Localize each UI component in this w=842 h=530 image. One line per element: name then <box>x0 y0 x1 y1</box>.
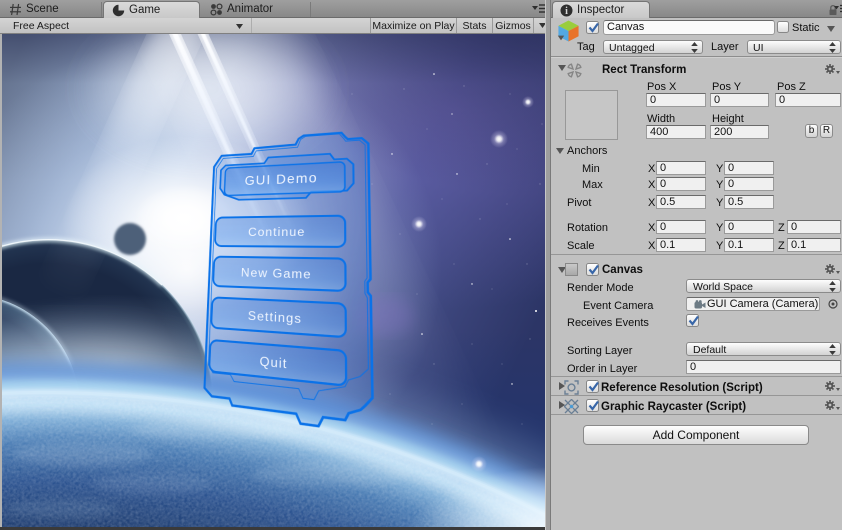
svg-text:Continue: Continue <box>248 226 306 240</box>
svg-text:Quit: Quit <box>259 355 287 373</box>
svg-text:i: i <box>565 6 568 17</box>
svg-text:GUI Demo: GUI Demo <box>244 171 317 189</box>
svg-text:New Game: New Game <box>241 266 312 282</box>
